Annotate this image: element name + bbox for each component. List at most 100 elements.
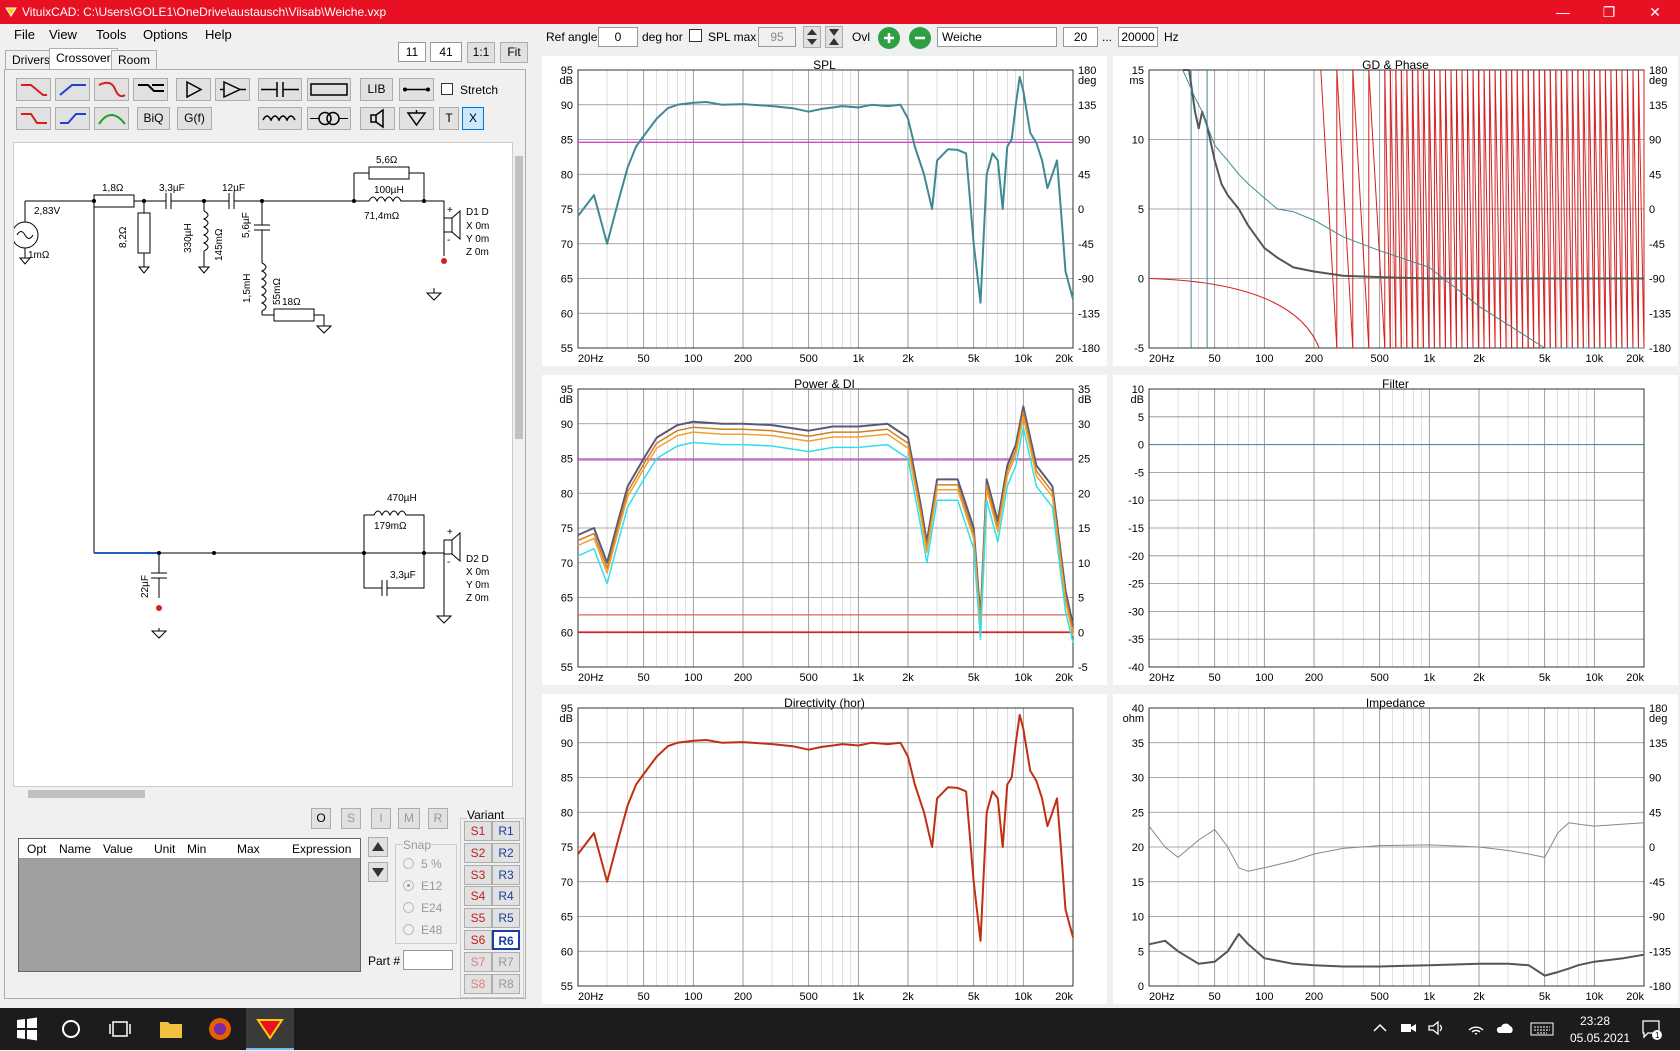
inductor-l1[interactable] — [199, 201, 209, 273]
variant-r6-button[interactable]: R6 — [492, 930, 520, 950]
chart-plot[interactable]: 1050-5-10-15-20-25-30-35-40dB20Hz5010020… — [1113, 375, 1678, 685]
resistor-r2[interactable] — [138, 213, 150, 253]
filter-chart[interactable]: Filter1050-5-10-15-20-25-30-35-40dB20Hz5… — [1113, 375, 1678, 685]
capacitor-tool[interactable] — [258, 78, 302, 101]
spl-spin-button[interactable] — [803, 26, 821, 48]
col-min[interactable]: Min — [187, 842, 206, 856]
transformer-tool[interactable] — [307, 107, 351, 130]
i-button[interactable]: I — [371, 808, 391, 829]
keyboard-icon[interactable] — [1530, 1020, 1554, 1038]
horizontal-scroll-thumb[interactable] — [28, 790, 145, 798]
variant-s8-button[interactable]: S8 — [464, 974, 492, 994]
gf-button[interactable]: G(f) — [177, 107, 212, 130]
snap-e24-radio[interactable] — [403, 902, 414, 913]
lowpass-2-tool[interactable] — [94, 78, 129, 101]
spl-auto-button[interactable] — [825, 26, 843, 48]
menu-view[interactable]: View — [49, 27, 77, 42]
lib-button[interactable]: LIB — [360, 78, 393, 101]
notification-icon[interactable]: 1 — [1640, 1018, 1662, 1040]
cloud-icon[interactable] — [1494, 1018, 1516, 1038]
variant-r7-button[interactable]: R7 — [492, 952, 520, 972]
chart-plot[interactable]: 95908580757065605518013590450-45-90-135-… — [542, 56, 1107, 366]
voltage-source-symbol[interactable] — [14, 222, 38, 248]
variant-r8-button[interactable]: R8 — [492, 974, 520, 994]
menu-options[interactable]: Options — [143, 27, 188, 42]
volume-icon[interactable] — [1426, 1018, 1446, 1038]
text-tool-button[interactable]: T — [439, 107, 459, 130]
chart-plot[interactable]: 151050-518013590450-45-90-135-180msdeg20… — [1113, 56, 1678, 366]
tab-crossover[interactable]: Crossover — [49, 48, 118, 70]
variant-r1-button[interactable]: R1 — [492, 821, 520, 841]
overlay-add-button[interactable] — [878, 27, 900, 49]
variant-r3-button[interactable]: R3 — [492, 865, 520, 885]
buffer-tool[interactable] — [215, 78, 250, 101]
snap-e48-radio[interactable] — [403, 924, 414, 935]
s-button[interactable]: S — [341, 808, 361, 829]
variant-s2-button[interactable]: S2 — [464, 843, 492, 863]
m-button[interactable]: M — [398, 808, 420, 829]
task-view-icon[interactable] — [107, 1016, 133, 1042]
impedance-chart[interactable]: Impedance403530252015105018013590450-45-… — [1113, 694, 1678, 1004]
zoom-fit-button[interactable]: Fit — [500, 42, 528, 63]
lowpass-1-tool[interactable] — [16, 78, 51, 101]
variant-s7-button[interactable]: S7 — [464, 952, 492, 972]
biquad-button[interactable]: BiQ — [137, 107, 170, 130]
variant-s6-button[interactable]: S6 — [464, 930, 492, 950]
col-max[interactable]: Max — [237, 842, 260, 856]
search-icon[interactable] — [58, 1016, 84, 1042]
file-explorer-icon[interactable] — [158, 1016, 184, 1042]
chevron-up-icon[interactable] — [1370, 1018, 1390, 1038]
resistor-r3[interactable] — [274, 309, 314, 321]
variant-r2-button[interactable]: R2 — [492, 843, 520, 863]
spl-chart[interactable]: SPL95908580757065605518013590450-45-90-1… — [542, 56, 1107, 366]
menu-tools[interactable]: Tools — [96, 27, 126, 42]
directivity-chart[interactable]: Directivity (hor)959085807570656055dB20H… — [542, 694, 1107, 1004]
optimizer-table[interactable]: Opt Name Value Unit Min Max Expression — [18, 838, 361, 972]
chart-plot[interactable]: 403530252015105018013590450-45-90-135-18… — [1113, 694, 1678, 1004]
power-di-chart[interactable]: Power & DI959085807570656055353025201510… — [542, 375, 1107, 685]
windows-start-icon[interactable] — [14, 1016, 40, 1042]
overlay-remove-button[interactable] — [909, 27, 931, 49]
driver-d1-symbol[interactable] — [444, 218, 452, 232]
variant-s1-button[interactable]: S1 — [464, 821, 492, 841]
o-button[interactable]: O — [311, 808, 331, 829]
zoom-y-field[interactable]: 41 — [430, 42, 462, 62]
vertical-scroll-thumb[interactable] — [515, 156, 523, 439]
overlay-name-field[interactable]: Weiche — [937, 27, 1057, 47]
spl-max-checkbox[interactable] — [689, 29, 702, 42]
col-expression[interactable]: Expression — [292, 842, 351, 856]
zoom-x-field[interactable]: 11 — [398, 42, 426, 62]
delete-tool-button[interactable]: X — [462, 107, 484, 130]
variant-r4-button[interactable]: R4 — [492, 886, 520, 906]
vituixcad-taskbar-button[interactable] — [246, 1008, 294, 1050]
wifi-icon[interactable] — [1466, 1018, 1486, 1038]
col-value[interactable]: Value — [103, 842, 133, 856]
highpass-step-tool[interactable] — [55, 107, 90, 130]
inductor-l4[interactable] — [364, 511, 424, 553]
tab-room[interactable]: Room — [111, 50, 157, 70]
minimize-button[interactable]: — — [1540, 0, 1586, 24]
move-up-button[interactable] — [368, 837, 388, 857]
crossover-schematic[interactable]: 2,83V 1mΩ 1,8Ω 8,2Ω 3,3µF 330µH 145mΩ 12… — [14, 143, 514, 788]
ground-tool[interactable] — [399, 107, 434, 130]
menu-file[interactable]: File — [14, 27, 35, 42]
variant-s5-button[interactable]: S5 — [464, 908, 492, 928]
stretch-checkbox[interactable] — [441, 83, 453, 95]
menu-help[interactable]: Help — [205, 27, 232, 42]
part-number-field[interactable] — [403, 950, 453, 970]
col-opt[interactable]: Opt — [27, 842, 46, 856]
chart-plot[interactable]: 95908580757065605535302520151050-5dBdB20… — [542, 375, 1107, 685]
chart-plot[interactable]: 959085807570656055dB20Hz501002005001k2k5… — [542, 694, 1107, 1004]
col-unit[interactable]: Unit — [154, 842, 175, 856]
highpass-1-tool[interactable] — [55, 78, 90, 101]
close-button[interactable]: ✕ — [1632, 0, 1678, 24]
resistor-r4[interactable] — [369, 167, 409, 179]
amplifier-tool[interactable] — [176, 78, 211, 101]
wire-tool[interactable] — [399, 78, 434, 101]
r-button[interactable]: R — [428, 808, 448, 829]
firefox-icon[interactable] — [207, 1016, 233, 1042]
col-name[interactable]: Name — [59, 842, 91, 856]
meet-now-icon[interactable] — [1398, 1018, 1418, 1038]
variant-r5-button[interactable]: R5 — [492, 908, 520, 928]
horizontal-scrollbar[interactable] — [13, 787, 513, 801]
